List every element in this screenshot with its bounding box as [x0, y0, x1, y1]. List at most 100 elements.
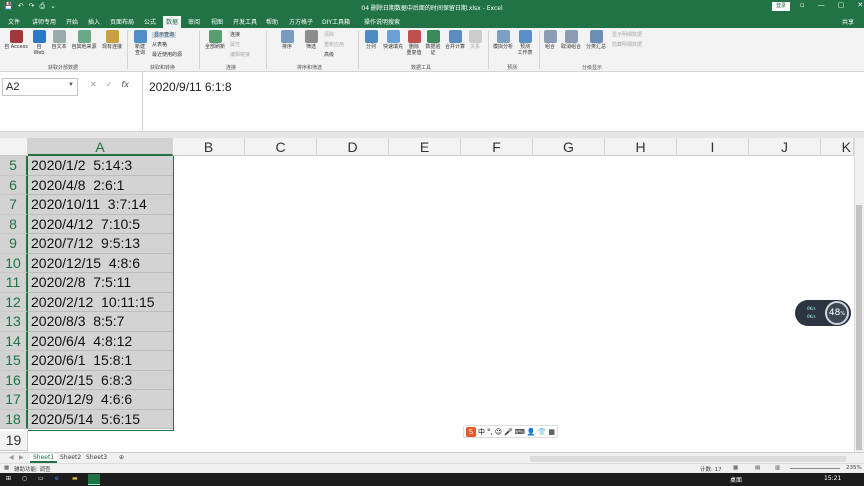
row-header[interactable]: 19 — [0, 431, 28, 451]
text-to-columns-button[interactable]: 分列 — [362, 30, 380, 50]
from-table-button[interactable]: 从表格 — [152, 42, 167, 48]
column-header-f[interactable]: F — [461, 138, 533, 156]
network-speed-widget[interactable]: 0K/s 0K/s 48% — [795, 300, 851, 326]
page-break-view-icon[interactable]: ▥ — [775, 465, 780, 471]
select-all-corner[interactable] — [0, 138, 28, 156]
maximize-icon[interactable]: ▢ — [838, 1, 845, 9]
add-sheet-icon[interactable]: ⊕ — [116, 454, 127, 461]
row-header[interactable]: 9 — [0, 234, 28, 254]
tab-instructor[interactable]: 讲师专用 — [32, 17, 56, 26]
user-icon[interactable]: 👤 — [527, 428, 536, 436]
minimize-icon[interactable]: — — [818, 1, 825, 9]
column-header-h[interactable]: H — [605, 138, 677, 156]
column-header-a[interactable]: A — [28, 138, 173, 156]
row-header[interactable]: 8 — [0, 214, 28, 234]
forecast-sheet-button[interactable]: 预测 工作表 — [516, 30, 534, 56]
close-icon[interactable]: ✕ — [857, 1, 863, 9]
group-button[interactable]: 组合 — [543, 30, 557, 50]
hide-detail-button[interactable]: 隐藏明细数据 — [612, 42, 642, 48]
from-text-button[interactable]: 自文本 — [49, 30, 69, 50]
toolbox-icon[interactable]: ▦ — [548, 428, 555, 436]
show-queries-button[interactable]: 显示查询 — [152, 32, 177, 38]
ungroup-button[interactable]: 取消组合 — [559, 30, 583, 50]
column-header-d[interactable]: D — [317, 138, 389, 156]
from-access-button[interactable]: 自 Access — [3, 30, 29, 50]
column-header-j[interactable]: J — [749, 138, 821, 156]
keyboard-icon[interactable]: ⌨ — [515, 428, 525, 436]
sort-button[interactable]: 排序 — [278, 30, 296, 50]
column-header-k[interactable]: K — [821, 138, 854, 156]
row-header[interactable]: 11 — [0, 273, 28, 293]
tab-fangfang[interactable]: 方方格子 — [289, 17, 313, 26]
desktop-label[interactable]: 桌面 — [730, 475, 742, 484]
row-header[interactable]: 17 — [0, 390, 28, 410]
tab-page-layout[interactable]: 页面布局 — [110, 17, 134, 26]
tab-file[interactable]: 文件 — [8, 17, 20, 26]
zoom-level[interactable]: 235% — [846, 465, 862, 471]
ime-logo[interactable]: S — [466, 426, 476, 437]
windows-start-icon[interactable]: ⊞ — [6, 475, 11, 482]
filter-button[interactable]: 筛选 — [302, 30, 320, 50]
connections-button[interactable]: 连接 — [230, 32, 240, 38]
cancel-icon[interactable]: ✕ — [90, 80, 97, 89]
row-header[interactable]: 18 — [0, 409, 28, 429]
name-box[interactable]: A2 ▼ — [2, 78, 78, 96]
zoom-slider[interactable] — [790, 468, 840, 469]
page-layout-view-icon[interactable]: ▤ — [755, 465, 760, 471]
consolidate-button[interactable]: 合并计算 — [443, 30, 467, 50]
emoji-icon[interactable]: ☺ — [495, 428, 502, 436]
scroll-sheets-right-icon[interactable]: ▶ — [16, 454, 27, 461]
skin-icon[interactable]: 👕 — [538, 428, 547, 436]
data-validation-button[interactable]: 数据验 证 — [424, 30, 442, 56]
column-header-c[interactable]: C — [245, 138, 317, 156]
row-header[interactable]: 16 — [0, 370, 28, 390]
clock[interactable]: 15:21 — [824, 475, 841, 482]
microphone-icon[interactable]: 🎤 — [504, 428, 513, 436]
row-header[interactable]: 13 — [0, 312, 28, 332]
file-explorer-icon[interactable]: ▬ — [72, 475, 78, 482]
from-web-button[interactable]: 自 Web — [30, 30, 48, 56]
punctuation-icon[interactable]: °, — [487, 428, 493, 436]
sheet-tab-1[interactable]: Sheet1 — [30, 454, 58, 463]
tab-review[interactable]: 审阅 — [188, 17, 200, 26]
edit-links-button[interactable]: 编辑链接 — [230, 52, 250, 58]
accessibility-status[interactable]: 辅助功能: 调查 — [14, 465, 51, 473]
tab-insert[interactable]: 插入 — [88, 17, 100, 26]
column-header-b[interactable]: B — [173, 138, 245, 156]
tab-home[interactable]: 开始 — [66, 17, 78, 26]
existing-connections-button[interactable]: 现有连接 — [100, 30, 124, 50]
what-if-analysis-button[interactable]: 模拟分析 — [491, 30, 515, 50]
normal-view-icon[interactable]: ▦ — [733, 465, 738, 471]
formula-input[interactable]: 2020/9/11 6:1:8 — [142, 72, 864, 130]
edge-icon[interactable]: e — [55, 475, 59, 482]
row-header[interactable]: 15 — [0, 351, 28, 371]
properties-button[interactable]: 属性 — [230, 42, 240, 48]
insert-function-icon[interactable]: fx — [121, 80, 129, 89]
horizontal-scrollbar[interactable] — [530, 456, 846, 462]
tell-me-search[interactable]: 操作说明搜索 — [364, 17, 400, 26]
tab-diy-toolbox[interactable]: DIY工具箱 — [322, 17, 350, 26]
row-header[interactable]: 5 — [0, 156, 28, 176]
recent-sources-button[interactable]: 最近使用的源 — [152, 52, 182, 58]
row-header[interactable]: 7 — [0, 195, 28, 215]
new-query-button[interactable]: 新建 查询 — [131, 30, 149, 56]
subtotal-button[interactable]: 分类汇总 — [584, 30, 608, 50]
tab-data[interactable]: 数据 — [163, 16, 182, 28]
column-header-e[interactable]: E — [389, 138, 461, 156]
refresh-all-button[interactable]: 全部刷新 — [202, 30, 228, 50]
tab-formulas[interactable]: 公式 — [144, 17, 156, 26]
tab-view[interactable]: 视图 — [211, 17, 223, 26]
flash-fill-button[interactable]: 快速填充 — [381, 30, 405, 50]
relationships-button[interactable]: 关系 — [468, 30, 482, 50]
sheet-tab-3[interactable]: Sheet3 — [83, 454, 110, 461]
clear-filter-button[interactable]: 清除 — [324, 32, 334, 38]
tab-developer[interactable]: 开发工具 — [233, 17, 257, 26]
reapply-button[interactable]: 重新应用 — [324, 42, 344, 48]
show-detail-button[interactable]: 显示明细数据 — [612, 32, 642, 38]
sheet-tab-2[interactable]: Sheet2 — [57, 454, 84, 461]
enter-icon[interactable]: ✓ — [106, 80, 113, 89]
remove-duplicates-button[interactable]: 删除 重复值 — [406, 30, 422, 56]
from-other-sources-button[interactable]: 自其他来源 — [70, 30, 98, 50]
row-header[interactable]: 10 — [0, 253, 28, 273]
row-header[interactable]: 12 — [0, 292, 28, 312]
